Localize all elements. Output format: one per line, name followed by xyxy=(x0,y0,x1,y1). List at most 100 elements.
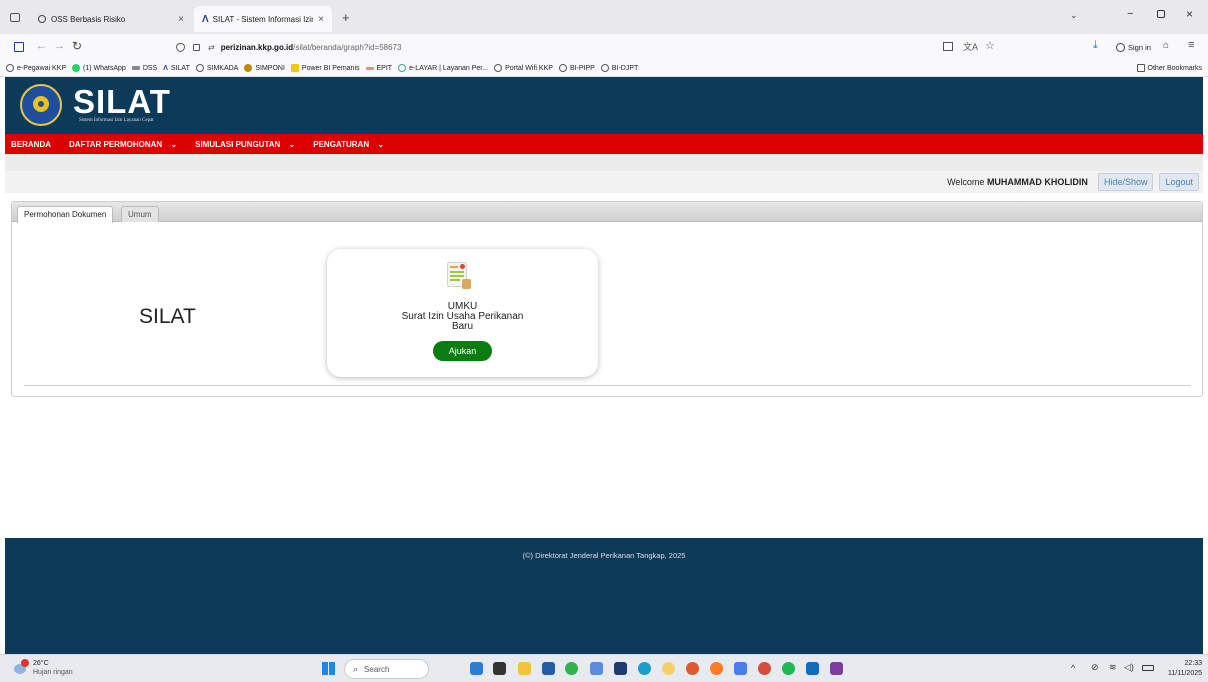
battery-icon[interactable] xyxy=(1142,665,1154,671)
sidebar-toggle-icon[interactable] xyxy=(14,42,24,52)
dss-icon xyxy=(131,66,140,70)
tab-umum[interactable]: Umum xyxy=(121,206,159,222)
restore-window-icon[interactable] xyxy=(1157,10,1165,18)
new-tab-button[interactable]: + xyxy=(342,10,350,25)
footer-copyright: (©) Direktorat Jenderal Perikanan Tangka… xyxy=(522,551,686,560)
reload-icon[interactable]: ↻ xyxy=(72,39,82,53)
site-header: SILAT Sistem Informasi Izin Layanan Cepa… xyxy=(5,77,1203,134)
edge-icon[interactable] xyxy=(638,662,651,675)
close-window-icon[interactable]: × xyxy=(1186,7,1193,21)
permit-card: UMKU Surat Izin Usaha Perikanan Baru Aju… xyxy=(327,249,598,377)
bookmark-power-bi[interactable]: Power BI Pemanis xyxy=(290,64,360,72)
start-button[interactable] xyxy=(322,662,335,675)
shield-icon xyxy=(176,42,185,52)
browser-tab-silat[interactable]: Λ SILAT - Sistem Informasi Izin La × xyxy=(194,6,332,32)
globe-icon xyxy=(558,64,567,72)
silat-favicon-icon: Λ xyxy=(202,13,209,25)
welcome-text: Welcome MUHAMMAD KHOLIDIN xyxy=(947,177,1088,187)
sticky-app-icon[interactable] xyxy=(662,662,675,675)
chrome-alt-icon[interactable] xyxy=(686,662,699,675)
chevron-down-icon: ⌄ xyxy=(377,139,385,149)
bookmark-silat[interactable]: Λ SILAT xyxy=(163,65,190,72)
terminal-icon[interactable] xyxy=(614,662,627,675)
bookmark-e-pegawai[interactable]: e-Pegawai KKP xyxy=(6,64,66,72)
user-bar: Welcome MUHAMMAD KHOLIDIN Hide/Show Logo… xyxy=(5,171,1203,193)
spotify-icon[interactable] xyxy=(782,662,795,675)
bookmark-dss[interactable]: DSS xyxy=(131,65,157,72)
widgets-app-icon[interactable] xyxy=(470,662,483,675)
ajukan-button[interactable]: Ajukan xyxy=(433,341,492,361)
menu-item-daftar-permohonan[interactable]: DAFTAR PERMOHONAN ⌄ xyxy=(63,140,177,149)
browser-tab-oss[interactable]: OSS Berbasis Risiko × xyxy=(30,6,192,32)
reader-view-icon[interactable] xyxy=(943,42,953,51)
silat-logo[interactable]: SILAT Sistem Informasi Izin Layanan Cepa… xyxy=(73,83,171,123)
whatsapp-icon[interactable] xyxy=(565,662,578,675)
close-tab-icon[interactable]: × xyxy=(178,14,184,25)
globe-icon xyxy=(38,15,46,23)
bookmark-e-layar[interactable]: e-LAYAR | Layanan Per... xyxy=(398,64,488,72)
menu-item-simulasi-pungutan[interactable]: SIMULASI PUNGUTAN ⌄ xyxy=(189,140,295,149)
bookmark-simkada[interactable]: SIMKADA xyxy=(195,64,238,72)
game-app-icon[interactable] xyxy=(830,662,843,675)
bookmark-bi-pipp[interactable]: BI-PIPP xyxy=(558,64,595,72)
logout-button[interactable]: Logout xyxy=(1159,173,1199,191)
bookmark-whatsapp[interactable]: (1) WhatsApp xyxy=(72,64,126,72)
address-bar[interactable]: ⇄ perizinan.kkp.go.id /silat/beranda/gra… xyxy=(168,37,1028,57)
bookmark-epit[interactable]: EPIT xyxy=(365,65,392,72)
chrome-icon[interactable] xyxy=(758,662,771,675)
bookmarks-bar: e-Pegawai KKP (1) WhatsApp DSS Λ SILAT SI… xyxy=(0,60,1208,77)
weather-widget[interactable]: 26°C Hujan ringan xyxy=(14,659,94,679)
menu-item-pengaturan[interactable]: PENGATURAN ⌄ xyxy=(307,140,384,149)
bookmark-simponi[interactable]: SIMPONI xyxy=(244,64,285,72)
document-icon xyxy=(445,261,473,291)
menu-hamburger-icon[interactable]: ≡ xyxy=(1188,39,1194,51)
tab-permohonan-dokumen[interactable]: Permohonan Dokumen xyxy=(17,206,114,223)
shield-app-icon[interactable] xyxy=(590,662,603,675)
account-icon xyxy=(1116,42,1125,52)
hide-show-button[interactable]: Hide/Show xyxy=(1097,173,1154,191)
bookmark-portal-wifi[interactable]: Portal Wifi KKP xyxy=(494,64,553,72)
taskbar-search[interactable]: ⌕ Search xyxy=(344,659,429,679)
minimize-window-icon[interactable]: − xyxy=(1127,8,1133,20)
windows-logo-icon xyxy=(322,662,335,675)
clock[interactable]: 22:33 11/11/2025 xyxy=(1158,659,1202,679)
spacer-bar xyxy=(5,154,1203,171)
tab-overview-icon[interactable] xyxy=(10,12,20,22)
photos-icon[interactable] xyxy=(734,662,747,675)
browser-tab-strip: OSS Berbasis Risiko × Λ SILAT - Sistem I… xyxy=(0,0,1208,34)
volume-icon[interactable]: ◁) xyxy=(1124,662,1134,673)
outlook-icon[interactable] xyxy=(806,662,819,675)
close-tab-icon[interactable]: × xyxy=(318,14,324,25)
task-view-icon[interactable] xyxy=(493,662,506,675)
tab-list-chevron-icon[interactable]: ⌄ xyxy=(1070,10,1078,21)
wifi-icon[interactable]: ≋ xyxy=(1109,662,1117,673)
globe-icon xyxy=(195,64,204,72)
globe-icon xyxy=(600,64,609,72)
file-explorer-icon[interactable] xyxy=(518,662,531,675)
page-title: SILAT xyxy=(139,305,196,328)
windows-taskbar: 26°C Hujan ringan ⌕ Search ^ ⊘ ≋ ◁) 22:3… xyxy=(0,654,1208,682)
kkp-emblem-icon xyxy=(20,84,62,126)
clock-date: 11/11/2025 xyxy=(1168,670,1202,677)
tray-chevron-icon[interactable]: ^ xyxy=(1071,663,1075,673)
notification-badge xyxy=(21,659,29,667)
power-bi-icon xyxy=(290,64,299,72)
search-icon: ⌕ xyxy=(353,663,359,674)
browser-tab-title: SILAT - Sistem Informasi Izin La xyxy=(212,14,313,24)
bookmark-star-icon[interactable]: ☆ xyxy=(985,39,995,52)
firefox-icon[interactable] xyxy=(710,662,723,675)
back-arrow-icon[interactable]: ← xyxy=(36,40,47,52)
extensions-icon[interactable]: ⌂ xyxy=(1163,40,1169,51)
permit-type: Baru xyxy=(451,321,474,332)
e-layar-icon xyxy=(398,64,407,72)
translate-icon[interactable]: 文A xyxy=(963,40,978,53)
logo-text: SILAT xyxy=(73,83,171,120)
bookmark-bi-djpt[interactable]: BI-DJPT xyxy=(600,64,638,72)
network-icon[interactable]: ⊘ xyxy=(1091,662,1099,673)
forward-arrow-icon[interactable]: → xyxy=(54,40,65,52)
sign-in-button[interactable]: Sign in xyxy=(1112,39,1155,55)
downloads-icon[interactable]: ⤓ xyxy=(1093,39,1098,52)
store-icon[interactable] xyxy=(542,662,555,675)
menu-item-beranda[interactable]: BERANDA xyxy=(11,140,51,149)
other-bookmarks[interactable]: Other Bookmarks xyxy=(1136,64,1202,72)
